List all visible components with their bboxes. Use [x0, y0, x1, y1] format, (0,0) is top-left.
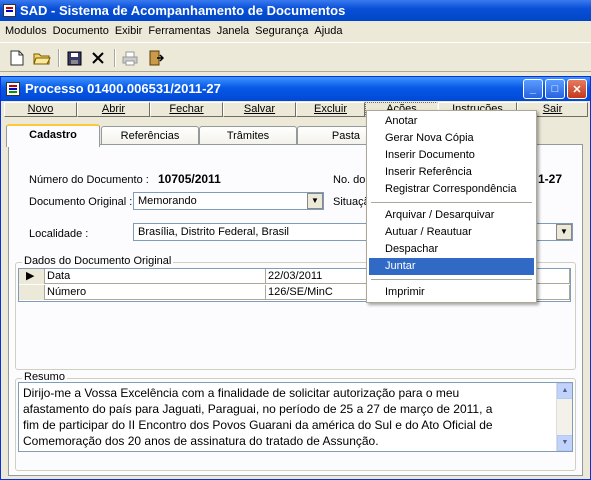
no-do-value: 1-27: [538, 172, 563, 186]
menu-item-registrar-correspondencia[interactable]: Registrar Correspondência: [369, 181, 534, 198]
exit-door-icon[interactable]: [145, 47, 167, 69]
menu-separator: [371, 202, 532, 203]
menu-documento[interactable]: Documento: [50, 25, 112, 37]
scroll-up-icon[interactable]: ▲: [557, 383, 572, 399]
fechar-button[interactable]: Fechar: [150, 102, 223, 117]
numero-documento-value: 10705/2011: [158, 172, 221, 186]
resumo-line: Comemoração dos 20 anos de assinatura do…: [23, 434, 379, 448]
menu-item-autuar[interactable]: Autuar / Reautuar: [369, 224, 534, 241]
menu-exibir[interactable]: Exibir: [112, 25, 146, 37]
save-icon[interactable]: [63, 47, 85, 69]
print-icon[interactable]: [119, 47, 141, 69]
document-window-icon: [6, 82, 20, 96]
chevron-down-icon[interactable]: ▼: [307, 193, 323, 209]
toolbar-separator: [114, 49, 116, 67]
menu-item-arquivar[interactable]: Arquivar / Desarquivar: [369, 207, 534, 224]
minimize-button[interactable]: _: [523, 79, 543, 99]
toolbar: [0, 42, 591, 72]
row-header: [19, 285, 45, 300]
numero-documento-label: Número do Documento :: [29, 174, 149, 186]
menu-seguranca[interactable]: Segurança: [252, 25, 311, 37]
menu-item-inserir-referencia[interactable]: Inserir Referência: [369, 164, 534, 181]
app-title-bar: SAD - Sistema de Acompanhamento de Docum…: [0, 0, 591, 21]
tab-tramites[interactable]: Trâmites: [199, 126, 297, 145]
acoes-dropdown-menu: Anotar Gerar Nova Cópia Inserir Document…: [366, 110, 537, 303]
menu-item-anotar[interactable]: Anotar: [369, 113, 534, 130]
resumo-scrollbar[interactable]: ▲ ▼: [556, 383, 572, 451]
current-row-arrow-icon: ▶: [19, 269, 45, 284]
app-icon: [3, 4, 16, 17]
resumo-line: Dirijo-me a Vossa Excelência com a final…: [23, 386, 460, 400]
menu-ajuda[interactable]: Ajuda: [311, 25, 345, 37]
menu-separator: [371, 279, 532, 280]
menu-bar: Modulos Documento Exibir Ferramentas Jan…: [0, 21, 591, 41]
open-folder-icon[interactable]: [31, 47, 53, 69]
menu-item-gerar-nova-copia[interactable]: Gerar Nova Cópia: [369, 130, 534, 147]
maximize-button[interactable]: □: [545, 79, 565, 99]
resumo-line: afastamento do país para Jaguati, Paragu…: [23, 402, 493, 416]
localidade-value: Brasília, Distrito Federal, Brasil: [138, 226, 289, 238]
resumo-textarea[interactable]: Dirijo-me a Vossa Excelência com a final…: [18, 382, 573, 452]
grid-field[interactable]: Data: [45, 269, 266, 284]
grid-field[interactable]: Número: [45, 285, 266, 300]
dados-documento-title: Dados do Documento Original: [22, 255, 174, 267]
situacao-label: Situaçã: [333, 196, 370, 208]
scroll-down-icon[interactable]: ▼: [557, 435, 572, 451]
resumo-line: fim de participar do II Encontro dos Pov…: [23, 418, 493, 432]
menu-item-inserir-documento[interactable]: Inserir Documento: [369, 147, 534, 164]
delete-icon[interactable]: [87, 47, 109, 69]
document-window-title: Processo 01400.006531/2011-27: [25, 81, 221, 96]
chevron-down-icon[interactable]: ▼: [556, 224, 572, 240]
menu-item-imprimir[interactable]: Imprimir: [369, 284, 534, 301]
documento-original-select[interactable]: Memorando ▼: [133, 192, 324, 210]
menu-item-despachar[interactable]: Despachar: [369, 241, 534, 258]
menu-modulos[interactable]: Modulos: [2, 25, 50, 37]
tab-referencias[interactable]: Referências: [101, 126, 199, 145]
no-do-label: No. do: [333, 174, 366, 186]
new-document-icon[interactable]: [6, 47, 28, 69]
close-button[interactable]: ✕: [567, 79, 587, 99]
salvar-button[interactable]: Salvar: [223, 102, 296, 117]
menu-ferramentas[interactable]: Ferramentas: [145, 25, 213, 37]
app-title: SAD - Sistema de Acompanhamento de Docum…: [20, 3, 346, 18]
documento-original-label: Documento Original :: [29, 196, 133, 208]
excluir-button[interactable]: Excluir: [296, 102, 365, 117]
tab-cadastro[interactable]: Cadastro: [6, 124, 100, 147]
documento-original-value: Memorando: [138, 195, 197, 207]
menu-item-juntar[interactable]: Juntar: [369, 258, 534, 275]
toolbar-separator: [58, 49, 60, 67]
menu-janela[interactable]: Janela: [214, 25, 252, 37]
localidade-label: Localidade :: [29, 228, 89, 240]
document-window-title-bar[interactable]: Processo 01400.006531/2011-27: [1, 77, 590, 101]
abrir-button[interactable]: Abrir: [77, 102, 150, 117]
novo-button[interactable]: Novo: [4, 102, 77, 117]
